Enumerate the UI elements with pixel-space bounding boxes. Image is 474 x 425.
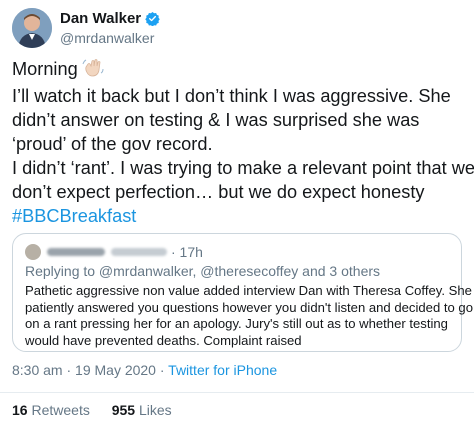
hashtag-link[interactable]: #BBCBreakfast [12, 204, 464, 228]
author-avatar[interactable] [12, 8, 52, 48]
tweet-timestamp[interactable]: 8:30 am · 19 May 2020 · [12, 362, 168, 378]
tweet-text: Morning I’ll watch it back but I don’t t… [12, 57, 474, 228]
tweet-meta: 8:30 am · 19 May 2020 · Twitter for iPho… [12, 362, 277, 378]
tweet-header: Dan Walker @mrdanwalker [12, 8, 462, 48]
quoted-tweet-time: · 17h [171, 244, 203, 260]
tweet-line-2: I’ll watch it back but I don’t think I w… [12, 86, 451, 106]
quoted-author-name-redacted [47, 248, 105, 256]
tweet-source-link[interactable]: Twitter for iPhone [168, 362, 277, 378]
retweets-label: Retweets [31, 402, 90, 418]
quoted-author-avatar [25, 244, 41, 260]
tweet-line-5: I didn’t ‘rant’. I was trying to make a … [12, 158, 474, 178]
quoted-line-2: patiently answered you questions however… [25, 299, 473, 315]
likes-label: Likes [138, 402, 172, 418]
author-display-name[interactable]: Dan Walker [60, 10, 141, 27]
tweet-line-6: don’t expect perfection… but we do expec… [12, 182, 425, 202]
replying-to-line: Replying to @mrdanwalker, @theresecoffey… [25, 263, 381, 279]
tweet-line-3: didn’t answer on testing & I was surpris… [12, 110, 420, 130]
tweet-greeting: Morning [12, 59, 78, 79]
likes-stat[interactable]: 955 Likes [112, 402, 172, 418]
retweets-count: 16 [12, 402, 28, 418]
quoted-line-1: Pathetic aggressive non value added inte… [25, 283, 472, 298]
quoted-author-handle-redacted [111, 248, 167, 256]
quoted-line-3: on a rant pressing her for an apology. J… [25, 316, 448, 331]
retweets-stat[interactable]: 16 Retweets [12, 402, 90, 418]
divider [0, 392, 474, 393]
quoted-line-4: would have prevented deaths. Complaint r… [25, 332, 302, 348]
tweet-stats: 16 Retweets 955 Likes [12, 402, 172, 418]
quoted-tweet-header: · 17h [25, 243, 203, 261]
author-names: Dan Walker @mrdanwalker [60, 9, 160, 46]
waving-hand-icon [82, 58, 104, 84]
tweet-line-1: Morning [12, 57, 464, 84]
quoted-tweet-text: Pathetic aggressive non value added inte… [25, 283, 473, 349]
author-handle[interactable]: @mrdanwalker [60, 30, 160, 46]
likes-count: 955 [111, 402, 136, 418]
quoted-tweet[interactable]: · 17h Replying to @mrdanwalker, @therese… [12, 233, 473, 352]
tweet-line-4: ‘proud’ of the gov record. [12, 134, 213, 154]
verified-badge-icon [145, 11, 160, 27]
